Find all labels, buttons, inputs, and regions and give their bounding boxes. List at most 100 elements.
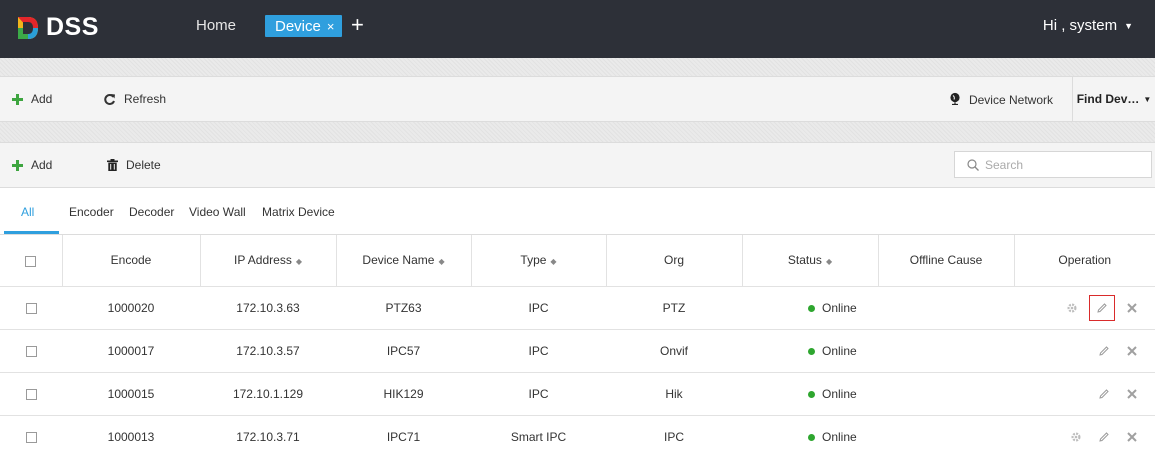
- row-checkbox[interactable]: [25, 302, 37, 314]
- column-header-device-name[interactable]: Device Name ◆: [336, 235, 472, 287]
- user-greeting: Hi , system: [1042, 17, 1118, 34]
- delete-device-button[interactable]: [1121, 383, 1143, 405]
- sort-icon: ◆: [550, 257, 557, 267]
- row-select-cell: [0, 329, 62, 373]
- tab-all[interactable]: All: [21, 205, 34, 219]
- offline-cause-cell: [878, 329, 1014, 373]
- edit-button[interactable]: [1089, 294, 1115, 321]
- select-all-checkbox[interactable]: [25, 255, 37, 267]
- add-device-button[interactable]: Add: [12, 92, 52, 106]
- find-device-dropdown[interactable]: Find Dev… ▼: [1072, 77, 1155, 121]
- status-label: Online: [822, 429, 857, 444]
- operation-header-label: Operation: [1058, 253, 1112, 268]
- type-cell: IPC: [471, 286, 606, 330]
- type-cell: IPC: [471, 372, 606, 416]
- ip-cell: 172.10.3.63: [200, 286, 336, 330]
- close-icon: [1127, 345, 1137, 356]
- offline-cause-cell: [878, 286, 1014, 330]
- refresh-icon: [103, 93, 116, 106]
- list-toolbar: Add Delete: [0, 142, 1155, 188]
- device-table: Encode IP Address ◆ Device Name ◆ Type ◆ Or…: [0, 235, 1155, 457]
- row-checkbox[interactable]: [25, 388, 37, 400]
- row-select-cell: [0, 415, 62, 457]
- add-tab-button[interactable]: +: [351, 12, 364, 38]
- org-cell: PTZ: [606, 286, 742, 330]
- nav-tab-device[interactable]: Device ×: [265, 15, 343, 37]
- refresh-label: Refresh: [124, 92, 167, 106]
- globe-icon: [949, 92, 961, 108]
- status-label: Online: [822, 386, 857, 401]
- tab-encoder[interactable]: Encoder: [69, 205, 114, 219]
- status-cell: Online: [742, 286, 878, 330]
- device-name-cell: IPC71: [336, 415, 471, 457]
- header-select-all: [0, 235, 63, 287]
- offline-cause-cell: [878, 372, 1014, 416]
- name-header-label: Device Name: [362, 253, 435, 268]
- edit-button[interactable]: [1093, 426, 1115, 448]
- chevron-down-icon: ▼: [1143, 94, 1152, 104]
- column-header-org: Org: [606, 235, 743, 287]
- device-name-cell: IPC57: [336, 329, 471, 373]
- row-checkbox[interactable]: [25, 431, 37, 443]
- column-header-status[interactable]: Status ◆: [742, 235, 879, 287]
- ip-header-label: IP Address: [234, 253, 292, 268]
- column-header-type[interactable]: Type ◆: [471, 235, 607, 287]
- delete-device-button[interactable]: [1121, 426, 1143, 448]
- sort-icon: ◆: [438, 257, 445, 267]
- user-menu[interactable]: Hi , system ▼: [1043, 17, 1133, 34]
- row-checkbox[interactable]: [25, 345, 37, 357]
- device-toolbar: Add Refresh Device Network Find Dev… ▼: [0, 76, 1155, 122]
- device-network-button[interactable]: Device Network: [949, 92, 1053, 108]
- table-row[interactable]: 1000013 172.10.3.71 IPC71 Smart IPC IPC …: [0, 415, 1155, 457]
- column-header-offline-cause: Offline Cause: [878, 235, 1015, 287]
- nav-tab-device-label: Device: [275, 17, 321, 35]
- find-device-label: Find Dev…: [1076, 92, 1140, 106]
- nav-home-tab[interactable]: Home: [196, 17, 236, 34]
- edit-button[interactable]: [1093, 340, 1115, 362]
- active-tab-indicator: [4, 231, 59, 234]
- type-cell: Smart IPC: [471, 415, 606, 457]
- add-button[interactable]: Add: [12, 158, 52, 172]
- device-category-tabs: All Encoder Decoder Video Wall Matrix De…: [0, 188, 1155, 235]
- close-icon: [1127, 431, 1137, 442]
- search-input[interactable]: [985, 157, 1145, 172]
- pencil-icon: [1097, 302, 1107, 313]
- close-icon[interactable]: ×: [327, 19, 335, 34]
- gear-icon[interactable]: [1061, 297, 1083, 319]
- column-header-operation: Operation: [1014, 235, 1155, 287]
- chevron-down-icon: ▼: [1124, 20, 1133, 31]
- online-status-dot: [808, 390, 815, 398]
- delete-label: Delete: [126, 158, 161, 172]
- tab-matrix-device[interactable]: Matrix Device: [262, 205, 335, 219]
- tab-decoder[interactable]: Decoder: [129, 205, 174, 219]
- tab-video-wall[interactable]: Video Wall: [189, 205, 246, 219]
- delete-device-button[interactable]: [1121, 340, 1143, 362]
- ip-cell: 172.10.3.57: [200, 329, 336, 373]
- pencil-icon: [1099, 345, 1109, 356]
- app-logo-text: DSS: [46, 13, 99, 41]
- encode-cell: 1000020: [62, 286, 200, 330]
- plus-icon: [12, 159, 23, 171]
- gear-icon[interactable]: [1065, 426, 1087, 448]
- edit-button[interactable]: [1093, 383, 1115, 405]
- table-row[interactable]: 1000017 172.10.3.57 IPC57 IPC Onvif Onli…: [0, 329, 1155, 373]
- pencil-icon: [1099, 388, 1109, 399]
- divider: [0, 122, 1155, 142]
- search-box[interactable]: [954, 151, 1152, 178]
- table-row[interactable]: 1000020 172.10.3.63 PTZ63 IPC PTZ Online: [0, 286, 1155, 330]
- table-row[interactable]: 1000015 172.10.1.129 HIK129 IPC Hik Onli…: [0, 372, 1155, 416]
- row-select-cell: [0, 372, 62, 416]
- app-logo[interactable]: DSS: [16, 13, 99, 42]
- delete-button[interactable]: Delete: [107, 158, 161, 172]
- close-icon: [1127, 388, 1137, 399]
- online-status-dot: [808, 433, 815, 441]
- column-header-ip-address[interactable]: IP Address ◆: [200, 235, 337, 287]
- delete-device-button[interactable]: [1121, 297, 1143, 319]
- device-name-cell: HIK129: [336, 372, 471, 416]
- operation-cell: [1014, 286, 1155, 330]
- org-cell: Hik: [606, 372, 742, 416]
- encode-cell: 1000015: [62, 372, 200, 416]
- status-cell: Online: [742, 329, 878, 373]
- refresh-button[interactable]: Refresh: [103, 92, 166, 106]
- trash-icon: [107, 159, 118, 171]
